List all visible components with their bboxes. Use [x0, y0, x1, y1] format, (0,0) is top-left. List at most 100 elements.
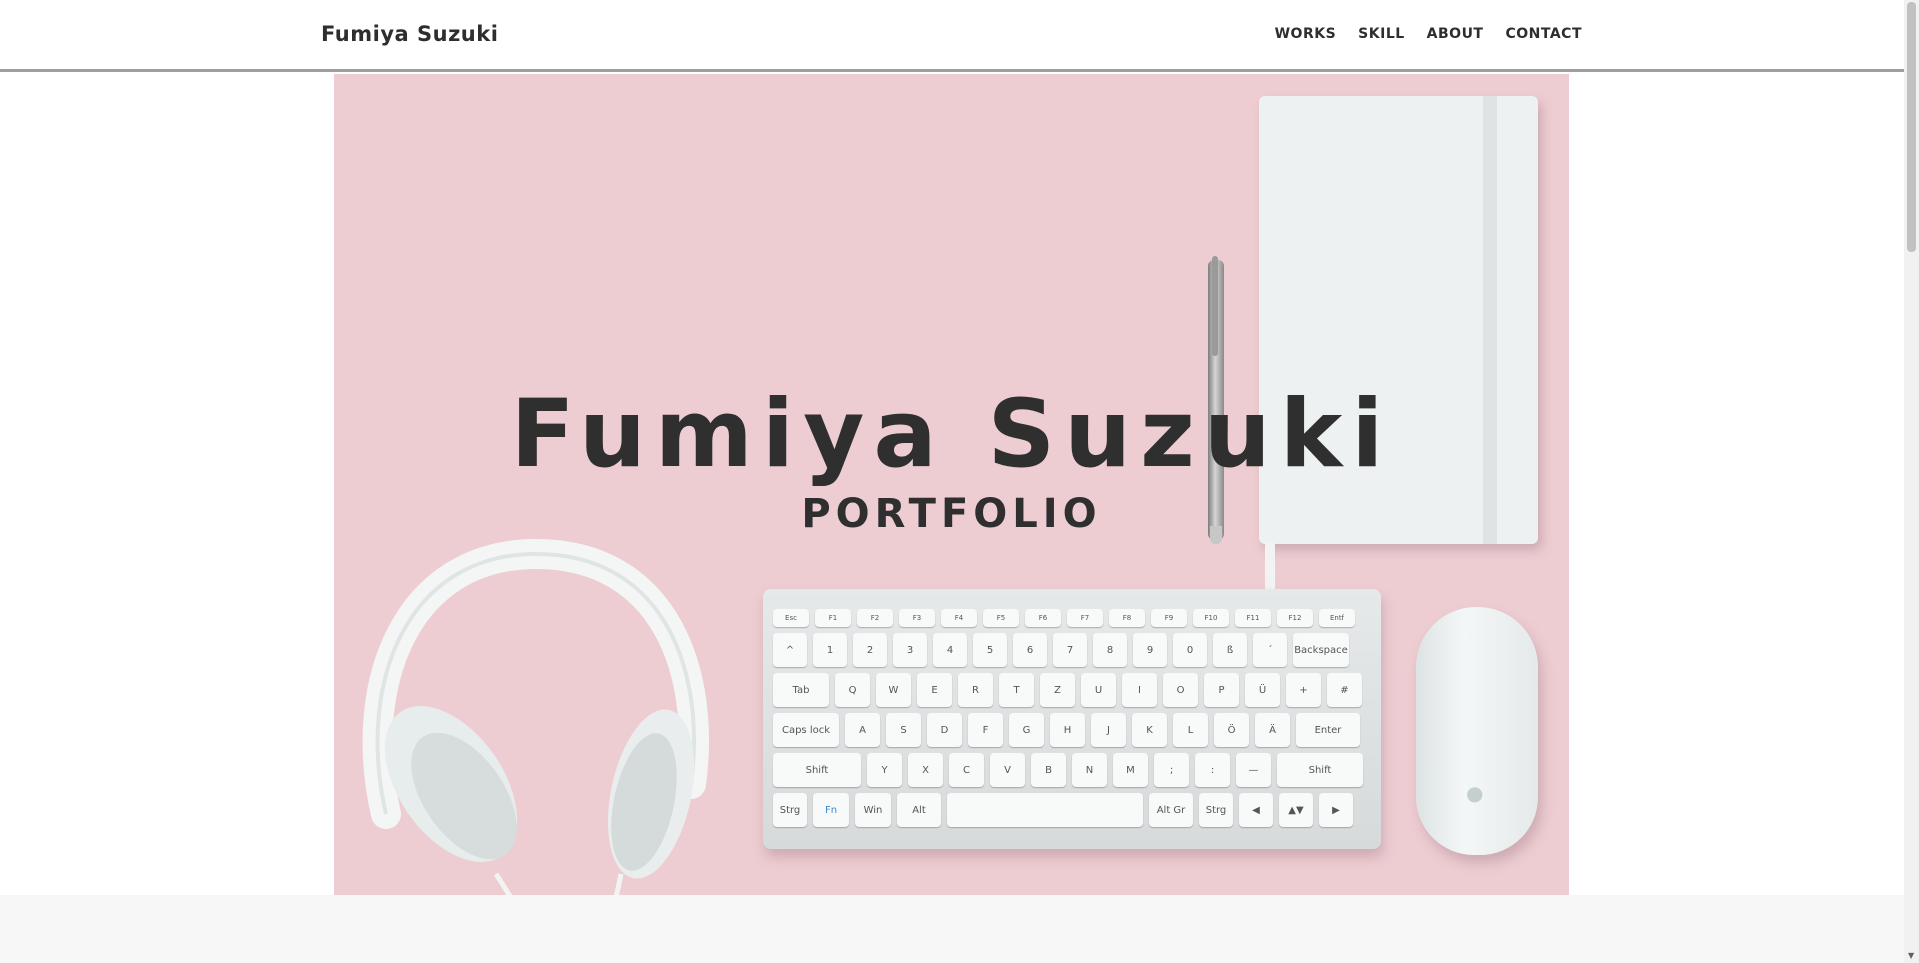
key: ^: [773, 633, 807, 667]
key: Alt: [897, 793, 941, 827]
key: Backspace: [1293, 633, 1349, 667]
keyboard-image: Esc F1 F2 F3 F4 F5 F6 F7 F8 F9 F10 F11 F…: [763, 589, 1381, 849]
main-nav: WORKS SKILL ABOUT CONTACT: [1275, 26, 1582, 42]
notebook-ribbon: [1265, 542, 1275, 590]
keyboard-row: Esc F1 F2 F3 F4 F5 F6 F7 F8 F9 F10 F11 F…: [773, 609, 1373, 627]
key: F5: [983, 609, 1019, 627]
key: F2: [857, 609, 893, 627]
key: ;: [1154, 753, 1189, 787]
spacebar-key: [947, 793, 1143, 827]
nav-contact[interactable]: CONTACT: [1505, 26, 1582, 42]
key: V: [990, 753, 1025, 787]
key: +: [1286, 673, 1321, 707]
nav-works[interactable]: WORKS: [1275, 26, 1337, 42]
key: S: [886, 713, 921, 747]
site-header: Fumiya Suzuki WORKS SKILL ABOUT CONTACT: [0, 0, 1904, 72]
key: L: [1173, 713, 1208, 747]
key: Enter: [1296, 713, 1360, 747]
key: Strg: [773, 793, 807, 827]
key: ◀: [1239, 793, 1273, 827]
key: Z: [1040, 673, 1075, 707]
key: F1: [815, 609, 851, 627]
nav-skill[interactable]: SKILL: [1358, 26, 1404, 42]
key: 6: [1013, 633, 1047, 667]
key: 1: [813, 633, 847, 667]
key: P: [1204, 673, 1239, 707]
key: Ö: [1214, 713, 1249, 747]
key: Alt Gr: [1149, 793, 1193, 827]
key: :: [1195, 753, 1230, 787]
hero-section: Esc F1 F2 F3 F4 F5 F6 F7 F8 F9 F10 F11 F…: [334, 74, 1569, 895]
scrollbar-thumb[interactable]: [1907, 2, 1916, 252]
key: I: [1122, 673, 1157, 707]
hero-title: Fumiya Suzuki: [510, 380, 1393, 489]
key: ß: [1213, 633, 1247, 667]
keyboard-row: Tab Q W E R T Z U I O P Ü + #: [773, 673, 1373, 707]
key: 7: [1053, 633, 1087, 667]
page: Fumiya Suzuki WORKS SKILL ABOUT CONTACT: [0, 0, 1919, 963]
key: 9: [1133, 633, 1167, 667]
key: A: [845, 713, 880, 747]
vertical-scrollbar[interactable]: ▼: [1904, 0, 1919, 963]
key: X: [908, 753, 943, 787]
key: K: [1132, 713, 1167, 747]
key: D: [927, 713, 962, 747]
key: ▶: [1319, 793, 1353, 827]
apple-logo-icon: ●: [1466, 781, 1484, 805]
key: Entf: [1319, 609, 1355, 627]
nav-about[interactable]: ABOUT: [1427, 26, 1484, 42]
keyboard-row: ^ 1 2 3 4 5 6 7 8 9 0 ß ´ Backspace: [773, 633, 1373, 667]
key: 8: [1093, 633, 1127, 667]
key: F7: [1067, 609, 1103, 627]
key: F: [968, 713, 1003, 747]
key: J: [1091, 713, 1126, 747]
key: F3: [899, 609, 935, 627]
key: U: [1081, 673, 1116, 707]
keyboard-row: Strg Fn Win Alt Alt Gr Strg ◀ ▲▼ ▶: [773, 793, 1373, 827]
key: 5: [973, 633, 1007, 667]
key: #: [1327, 673, 1362, 707]
key: F9: [1151, 609, 1187, 627]
key: H: [1050, 713, 1085, 747]
key: Caps lock: [773, 713, 839, 747]
key: Fn: [813, 793, 849, 827]
key: C: [949, 753, 984, 787]
key: F12: [1277, 609, 1313, 627]
key: F8: [1109, 609, 1145, 627]
key: T: [999, 673, 1034, 707]
key: Ü: [1245, 673, 1280, 707]
site-brand[interactable]: Fumiya Suzuki: [321, 22, 498, 46]
key: O: [1163, 673, 1198, 707]
key: Strg: [1199, 793, 1233, 827]
key: F6: [1025, 609, 1061, 627]
pen-clip: [1212, 256, 1218, 356]
keyboard-row: Shift Y X C V B N M ; : — Shift: [773, 753, 1373, 787]
next-section-band: [0, 895, 1904, 963]
key: Shift: [773, 753, 861, 787]
key: 3: [893, 633, 927, 667]
key: Q: [835, 673, 870, 707]
key: F10: [1193, 609, 1229, 627]
key: M: [1113, 753, 1148, 787]
key: G: [1009, 713, 1044, 747]
headphones-image: [362, 538, 709, 895]
key: N: [1072, 753, 1107, 787]
keyboard-row: Caps lock A S D F G H J K L Ö Ä Enter: [773, 713, 1373, 747]
key: —: [1236, 753, 1271, 787]
key: 2: [853, 633, 887, 667]
key: Esc: [773, 609, 809, 627]
key: ´: [1253, 633, 1287, 667]
key: B: [1031, 753, 1066, 787]
key: F11: [1235, 609, 1271, 627]
scroll-down-arrow-icon[interactable]: ▼: [1908, 951, 1914, 960]
key: 0: [1173, 633, 1207, 667]
key: 4: [933, 633, 967, 667]
key: Tab: [773, 673, 829, 707]
hero-subtitle: PORTFOLIO: [801, 491, 1102, 537]
key: Y: [867, 753, 902, 787]
key: E: [917, 673, 952, 707]
key: W: [876, 673, 911, 707]
key: Shift: [1277, 753, 1363, 787]
key: F4: [941, 609, 977, 627]
key: Ä: [1255, 713, 1290, 747]
